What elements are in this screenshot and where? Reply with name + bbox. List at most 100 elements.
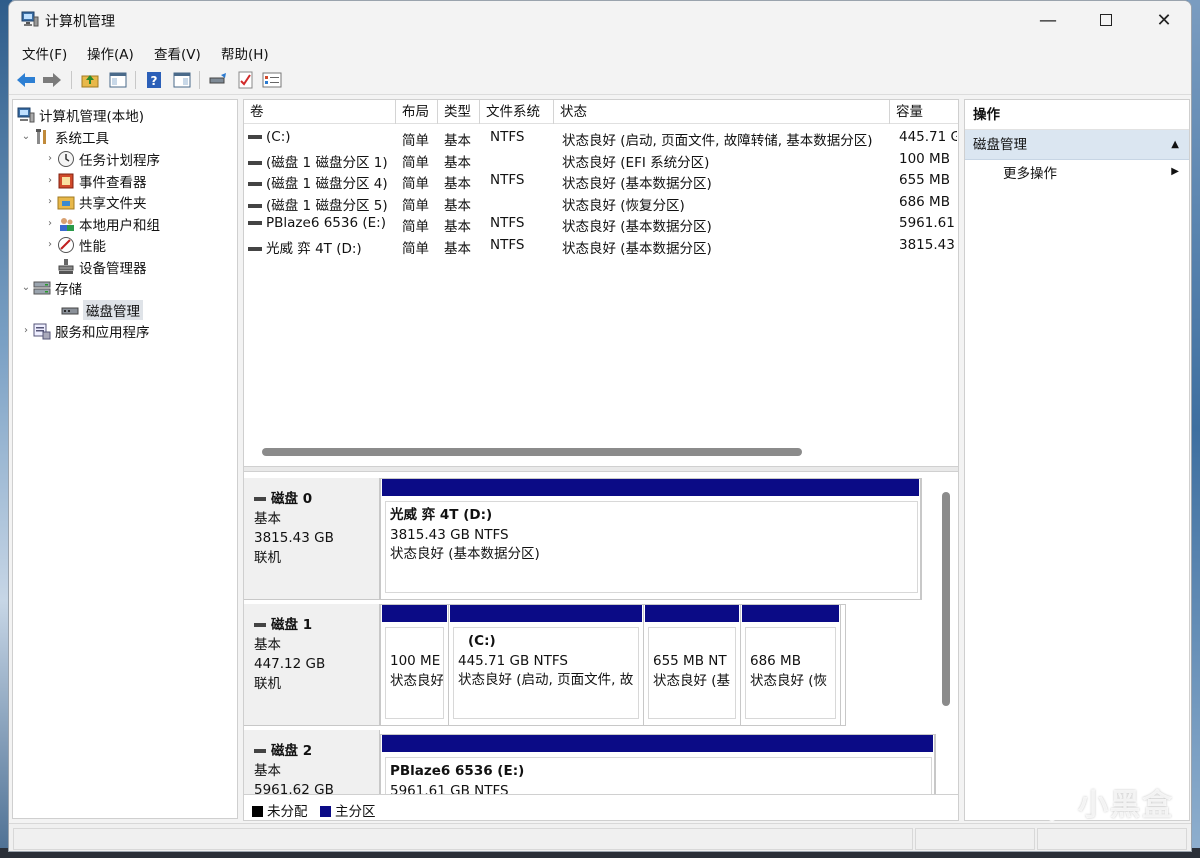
horizontal-scrollbar[interactable] — [262, 448, 802, 456]
column-header-status[interactable]: 状态 — [554, 100, 890, 124]
primary-partition-bar — [382, 735, 933, 752]
partition-d[interactable]: 光威 弈 4T (D:) 3815.43 GB NTFS 状态良好 (基本数据分… — [381, 479, 921, 599]
up-level-button[interactable] — [79, 70, 101, 90]
chevron-right-icon[interactable]: › — [43, 218, 57, 229]
users-icon — [57, 215, 75, 233]
disk-type: 基本 — [254, 510, 281, 527]
column-header-type[interactable]: 类型 — [438, 100, 480, 124]
menu-view[interactable]: 查看(V) — [154, 43, 201, 63]
disk-2-label[interactable]: 磁盘 2 基本 5961.62 GB — [244, 730, 380, 794]
menu-help[interactable]: 帮助(H) — [221, 43, 269, 63]
column-header-volume[interactable]: 卷 — [244, 100, 396, 124]
partition-e[interactable]: PBlaze6 6536 (E:) 5961.61 GB NTFS — [381, 735, 935, 794]
volume-type: 基本 — [444, 241, 471, 257]
vertical-scrollbar[interactable] — [942, 492, 950, 706]
close-icon: ✕ — [1156, 9, 1172, 31]
disk-name: 磁盘 2 — [254, 742, 369, 762]
volume-status: 状态良好 (启动, 页面文件, 故障转储, 基本数据分区) — [562, 133, 873, 149]
volume-row[interactable]: (C:) 简单 基本 NTFS 状态良好 (启动, 页面文件, 故障转储, 基本… — [244, 127, 958, 149]
watermark-text: 小黑盒 — [1078, 788, 1174, 823]
volume-status: 状态良好 (基本数据分区) — [562, 219, 712, 235]
menu-file[interactable]: 文件(F) — [22, 43, 67, 63]
volume-icon — [248, 204, 262, 208]
partition-data-4[interactable]: 655 MB NT 状态良好 (基 — [644, 605, 741, 725]
chevron-down-icon[interactable]: ⌄ — [19, 282, 33, 293]
tree-node-event-viewer[interactable]: › 事件查看器 — [43, 170, 147, 191]
chevron-down-icon[interactable]: ⌄ — [19, 131, 33, 142]
tree-node-services-apps[interactable]: › 服务和应用程序 — [19, 320, 150, 341]
event-viewer-icon — [57, 172, 75, 190]
tree-node-device-manager[interactable]: 设备管理器 — [57, 256, 147, 277]
chevron-right-icon[interactable]: › — [43, 175, 57, 186]
partition-c[interactable]: (C:) 445.71 GB NTFS 状态良好 (启动, 页面文件, 故 — [449, 605, 644, 725]
connect-button[interactable] — [207, 70, 229, 90]
volume-row[interactable]: 光威 弈 4T (D:) 简单 基本 NTFS 状态良好 (基本数据分区) 38… — [244, 235, 958, 257]
partition-title: (C:) — [468, 633, 496, 649]
actions-header: 操作 — [965, 100, 1189, 130]
menu-action[interactable]: 操作(A) — [87, 43, 134, 63]
action-pane-button[interactable] — [171, 70, 193, 90]
volume-row[interactable]: (磁盘 1 磁盘分区 1) 简单 基本 状态良好 (EFI 系统分区) 100 … — [244, 149, 958, 171]
properties-button[interactable] — [261, 70, 283, 90]
drive-connect-icon — [209, 73, 226, 84]
volume-name: 光威 弈 4T (D:) — [266, 241, 362, 257]
column-header-filesystem[interactable]: 文件系统 — [480, 100, 554, 124]
primary-partition-bar — [742, 605, 839, 622]
maximize-button[interactable] — [1077, 1, 1135, 39]
disk-1-label[interactable]: 磁盘 1 基本 447.12 GB 联机 — [244, 604, 380, 726]
help-button[interactable]: ? — [143, 70, 165, 90]
volume-status: 状态良好 (恢复分区) — [562, 198, 685, 214]
volume-row[interactable]: (磁盘 1 磁盘分区 5) 简单 基本 状态良好 (恢复分区) 686 MB — [244, 192, 958, 214]
volume-name: (磁盘 1 磁盘分区 5) — [266, 198, 388, 214]
volume-list-header: 卷 布局 类型 文件系统 状态 容量 — [244, 100, 958, 124]
show-hide-tree-button[interactable] — [107, 70, 129, 90]
chevron-right-icon[interactable]: › — [43, 239, 57, 250]
minimize-button[interactable]: — — [1019, 1, 1077, 39]
column-header-capacity[interactable]: 容量 — [890, 100, 958, 124]
toolbar-separator — [71, 71, 72, 89]
disk-name: 磁盘 1 — [254, 616, 369, 636]
partition-legend: 未分配 主分区 — [244, 794, 958, 820]
disk-type: 基本 — [254, 762, 281, 779]
column-header-layout[interactable]: 布局 — [396, 100, 438, 124]
check-button[interactable] — [235, 70, 257, 90]
chevron-right-icon[interactable]: › — [19, 325, 33, 336]
tree-node-disk-management[interactable]: 磁盘管理 — [61, 299, 143, 320]
tree-node-system-tools[interactable]: ⌄ 系统工具 — [19, 126, 109, 147]
menu-bar: 文件(F) 操作(A) 查看(V) 帮助(H) — [9, 39, 1191, 65]
folder-up-icon — [81, 75, 99, 88]
tree-node-local-users[interactable]: › 本地用户和组 — [43, 213, 160, 234]
volume-row[interactable]: PBlaze6 6536 (E:) 简单 基本 NTFS 状态良好 (基本数据分… — [244, 213, 958, 235]
tree-node-shared-folders[interactable]: › 共享文件夹 — [43, 191, 147, 212]
collapse-up-icon[interactable]: ▲ — [1171, 130, 1179, 160]
volume-name: (C:) — [266, 129, 291, 145]
more-actions-item[interactable]: 更多操作 — [1003, 162, 1057, 186]
tree-node-computer-management[interactable]: 计算机管理(本地) — [17, 104, 144, 125]
console-tree-icon — [109, 72, 127, 88]
chevron-right-icon[interactable]: › — [43, 196, 57, 207]
partition-recovery[interactable]: 686 MB 状态良好 (恢 — [741, 605, 841, 725]
volume-type: 基本 — [444, 219, 471, 235]
actions-section-disk-management[interactable]: 磁盘管理 ▲ — [965, 130, 1189, 160]
actions-pane: 操作 磁盘管理 ▲ 更多操作 ▶ — [964, 99, 1190, 821]
volume-row[interactable]: (磁盘 1 磁盘分区 4) 简单 基本 NTFS 状态良好 (基本数据分区) 6… — [244, 170, 958, 192]
toolbar: ? — [9, 65, 1191, 95]
forward-button[interactable] — [41, 70, 63, 90]
volume-capacity: 100 MB — [899, 151, 950, 167]
services-icon — [33, 322, 51, 340]
tree-node-task-scheduler[interactable]: › 任务计划程序 — [43, 148, 160, 169]
disk-0-partitions: 光威 弈 4T (D:) 3815.43 GB NTFS 状态良好 (基本数据分… — [380, 478, 922, 600]
close-button[interactable]: ✕ — [1135, 1, 1191, 39]
legend-unallocated: 未分配 — [267, 804, 308, 820]
back-button[interactable] — [15, 70, 37, 90]
partition-size: 5961.61 GB NTFS — [390, 782, 509, 795]
volume-icon — [248, 182, 262, 186]
primary-partition-bar — [645, 605, 739, 622]
tree-node-performance[interactable]: › 性能 — [43, 234, 106, 255]
tree-node-storage[interactable]: ⌄ 存储 — [19, 277, 82, 298]
partition-efi[interactable]: 100 ME 状态良好 — [381, 605, 449, 725]
chevron-right-icon[interactable]: › — [43, 153, 57, 164]
partition-status: 状态良好 (基 — [653, 672, 731, 689]
volume-status: 状态良好 (EFI 系统分区) — [562, 155, 710, 171]
disk-0-label[interactable]: 磁盘 0 基本 3815.43 GB 联机 — [244, 478, 380, 600]
